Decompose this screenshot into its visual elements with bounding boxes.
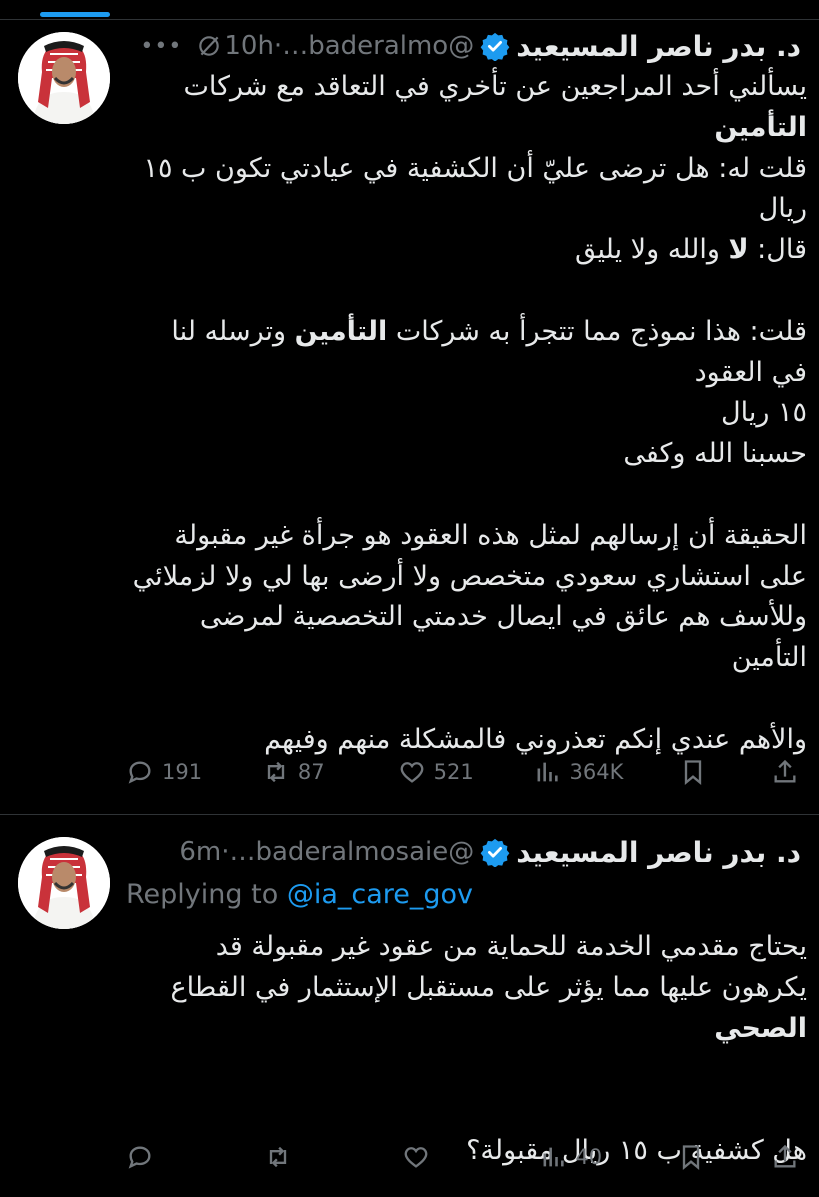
mute-icon[interactable]: [196, 33, 222, 59]
share-icon: [774, 1144, 796, 1168]
tweet[interactable]: د. بدر ناصر المسيعيد @baderalmosaie… · 6…: [0, 815, 819, 1197]
views-icon: [538, 762, 559, 782]
share-button[interactable]: [771, 1143, 807, 1171]
action-bar: 40: [126, 1137, 807, 1177]
separator-dot: ·: [221, 837, 230, 867]
tweet-text: يسألني أحد المراجعين عن تأخري في التعاقد…: [132, 71, 807, 755]
replying-to-label: Replying to: [126, 879, 287, 910]
author-name[interactable]: د. بدر ناصر المسيعيد: [516, 836, 801, 869]
repost-button[interactable]: [264, 1143, 344, 1171]
bookmark-button[interactable]: [677, 1143, 713, 1171]
verified-badge-icon: [480, 32, 510, 61]
separator-dot: ·: [273, 31, 283, 61]
bookmark-icon: [685, 760, 702, 785]
avatar[interactable]: [18, 837, 110, 929]
repost-icon: [269, 1146, 286, 1168]
author-handle[interactable]: @baderalmo…: [282, 31, 474, 61]
share-icon: [774, 759, 796, 783]
author-name[interactable]: د. بدر ناصر المسيعيد: [516, 30, 801, 63]
avatar[interactable]: [18, 32, 110, 124]
more-icon[interactable]: •••: [140, 34, 182, 59]
reply-button[interactable]: [126, 1143, 206, 1171]
tweet[interactable]: د. بدر ناصر المسيعيد @baderalmo… · 10h •…: [0, 22, 819, 815]
action-bar: 191 87 521 364K: [126, 752, 807, 792]
bookmark-button[interactable]: [679, 758, 715, 786]
tweet-header: د. بدر ناصر المسيعيد @baderalmo… · 10h •…: [126, 26, 801, 66]
timestamp[interactable]: 10h: [224, 31, 274, 61]
author-handle[interactable]: @baderalmosaie…: [230, 837, 475, 867]
timestamp[interactable]: 6m: [179, 837, 221, 867]
reply-icon: [128, 1146, 151, 1169]
views-button[interactable]: 40: [539, 1143, 619, 1171]
views-count: 364K: [569, 760, 624, 784]
divider: [0, 19, 819, 20]
repost-count: 87: [297, 760, 325, 784]
reply-icon: [128, 761, 151, 784]
views-button[interactable]: 364K: [533, 758, 623, 786]
repost-button[interactable]: 87: [262, 758, 342, 786]
replying-to-mention[interactable]: @ia_care_gov: [287, 879, 473, 910]
bookmark-icon: [683, 1145, 700, 1170]
active-tab-indicator: [40, 12, 110, 17]
like-button[interactable]: 521: [398, 758, 478, 786]
reply-count: 191: [162, 760, 203, 784]
tweet-text: يحتاج مقدمي الخدمة للحماية من عقود غير م…: [170, 931, 807, 1166]
tweet-header: د. بدر ناصر المسيعيد @baderalmosaie… · 6…: [126, 832, 801, 872]
verified-badge-icon: [480, 838, 510, 867]
share-button[interactable]: [771, 758, 807, 786]
like-count: 521: [433, 760, 474, 784]
views-count: 40: [575, 1145, 603, 1169]
replying-to: Replying to @ia_care_gov: [126, 879, 473, 910]
repost-icon: [267, 761, 284, 783]
like-icon: [400, 762, 424, 783]
like-button[interactable]: [402, 1143, 482, 1171]
reply-button[interactable]: 191: [126, 758, 206, 786]
like-icon: [404, 1147, 427, 1168]
views-icon: [543, 1147, 565, 1167]
